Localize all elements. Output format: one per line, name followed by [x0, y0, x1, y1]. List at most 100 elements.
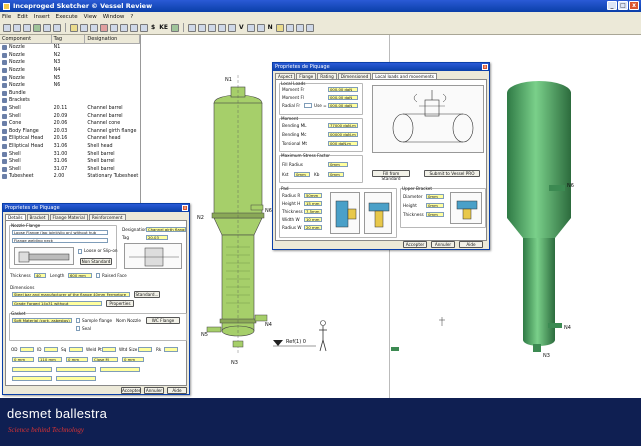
print-icon[interactable] — [23, 23, 31, 32]
non-standard-button[interactable]: Non Standard — [80, 258, 112, 265]
tree-row[interactable]: Shell 20.11 Channel barrel — [0, 105, 140, 113]
fill-radius-field[interactable]: 0mm — [328, 162, 348, 167]
flange-type-option-0[interactable]: Loose Flange (lap joint/slip on) without… — [12, 230, 108, 235]
tree-row[interactable]: Nozzle N2 — [0, 52, 140, 60]
open-icon[interactable] — [13, 23, 21, 32]
tree-row[interactable]: Nozzle N1 — [0, 44, 140, 52]
fit-icon[interactable] — [207, 23, 216, 32]
submit-button[interactable]: Submit to Vessel PRO — [424, 170, 480, 177]
seal-radio[interactable] — [76, 326, 80, 331]
col-designation[interactable]: Designation — [85, 35, 140, 43]
row4-field-0[interactable] — [12, 376, 52, 381]
support-icon[interactable] — [140, 23, 148, 32]
weld-size-field[interactable] — [138, 347, 152, 352]
designation-field[interactable]: Channel girth flange — [146, 227, 186, 232]
shell-icon[interactable] — [90, 23, 98, 32]
row4-field-1[interactable] — [56, 376, 96, 381]
length-field[interactable]: 600 mm — [68, 273, 92, 278]
flange-standard-field[interactable]: Steel bar and manufacturer of the flange… — [12, 292, 130, 297]
zoom-icon[interactable] — [33, 23, 41, 32]
moment-field-1[interactable]: 00000 daN.m — [328, 132, 358, 137]
cancel-button[interactable]: Annuler — [144, 387, 164, 394]
menu-execute[interactable]: Execute — [56, 14, 78, 20]
bracket-icon[interactable] — [130, 23, 138, 32]
flange-type-option-1[interactable]: Flange welding neck — [12, 238, 108, 243]
tree-row[interactable]: Nozzle N4 — [0, 67, 140, 75]
raised-face-checkbox[interactable] — [96, 273, 100, 278]
thickness-field[interactable]: 40 — [34, 273, 46, 278]
load-field-1[interactable]: 000.00 daN — [328, 95, 358, 100]
id-field[interactable] — [44, 347, 58, 352]
tree-row[interactable]: Shell 31.00 Shell barrel — [0, 150, 140, 158]
tree-row[interactable]: Nozzle N6 — [0, 82, 140, 90]
menu-help[interactable]: ? — [130, 14, 133, 20]
standard-button[interactable]: Standard... — [134, 291, 160, 298]
render-icon[interactable] — [227, 23, 236, 32]
help-button[interactable]: Aide — [167, 387, 187, 394]
row2-field-1[interactable]: 110 mm — [38, 357, 62, 362]
help-button[interactable]: Aide — [459, 241, 483, 248]
tree-row[interactable]: Shell 31.06 Shell barrel — [0, 158, 140, 166]
tag-field[interactable]: 20.03 — [146, 235, 168, 240]
sq-field[interactable] — [69, 347, 83, 352]
pan-icon[interactable] — [197, 23, 206, 32]
dialog-close-icon[interactable]: x — [482, 64, 488, 70]
rotate-icon[interactable] — [187, 23, 196, 32]
pad-field-3[interactable]: 10 mm — [304, 217, 322, 222]
load-field-0[interactable]: 000.00 daN — [328, 87, 358, 92]
kst-field[interactable]: 0mm — [294, 172, 310, 177]
accept-button[interactable]: Accepter — [403, 241, 427, 248]
moment-field-0[interactable]: 77000 daN.m — [328, 123, 358, 128]
fill-from-standard-button[interactable]: Fill from Standard — [372, 170, 410, 181]
cut-icon[interactable] — [43, 23, 51, 32]
cancel-button[interactable]: Annuler — [431, 241, 455, 248]
material-field[interactable]: Grade Forged 14x31 without — [12, 301, 102, 306]
upper-field-2[interactable]: 0mm — [426, 212, 444, 217]
col-component[interactable]: Component — [0, 35, 52, 43]
weld-field[interactable] — [102, 347, 116, 352]
rk-field[interactable] — [164, 347, 178, 352]
ke-button[interactable]: KE — [158, 24, 169, 31]
tree-row[interactable]: Elliptical Head 20.16 Channel head — [0, 135, 140, 143]
col-tag[interactable]: Tag — [52, 35, 86, 43]
tree-row[interactable]: Body Flange 20.03 Channel girth flange — [0, 128, 140, 136]
head-icon[interactable] — [110, 23, 118, 32]
tree-row[interactable]: Shell 20.09 Channel barrel — [0, 112, 140, 120]
upper-field-0[interactable]: 0mm — [426, 194, 444, 199]
dialog-close-icon[interactable]: x — [182, 205, 188, 211]
tree-row[interactable]: Bundle — [0, 90, 140, 98]
minimize-button[interactable]: _ — [607, 1, 617, 10]
tree-row[interactable]: Cone 20.06 Channel cone — [0, 120, 140, 128]
n-button[interactable]: N — [267, 24, 274, 31]
kb-field[interactable]: 0mm — [328, 172, 344, 177]
tree-row[interactable]: Shell 31.07 Shell barrel — [0, 166, 140, 174]
grid-icon[interactable] — [256, 23, 265, 32]
gasket-type-field[interactable]: Soft Material (cork, asbestos) — [12, 318, 72, 323]
row3-field-1[interactable] — [56, 367, 96, 372]
close-button[interactable]: x — [629, 1, 639, 10]
od-field[interactable] — [20, 347, 34, 352]
tree-row[interactable]: Tubesheet 2.00 Stationary Tubesheet — [0, 173, 140, 181]
loose-checkbox[interactable] — [78, 249, 82, 254]
check-icon[interactable] — [170, 23, 179, 32]
row3-field-0[interactable] — [12, 367, 52, 372]
row2-field-3[interactable]: Close M — [92, 357, 118, 362]
menu-window[interactable]: Window — [103, 14, 125, 20]
v-button[interactable]: V — [238, 24, 245, 31]
maximize-button[interactable]: □ — [618, 1, 628, 10]
row2-field-2[interactable]: 0 mm — [66, 357, 88, 362]
menu-view[interactable]: View — [84, 14, 97, 20]
wire-icon[interactable] — [217, 23, 226, 32]
pad-field-2[interactable]: 7.5mm — [304, 209, 322, 214]
help-icon[interactable] — [305, 23, 314, 32]
section-icon[interactable] — [285, 23, 294, 32]
tree-row[interactable]: Nozzle N5 — [0, 74, 140, 82]
sample-flange-radio[interactable] — [76, 318, 80, 323]
load-field-2[interactable]: 000.00 daN — [328, 103, 358, 108]
row2-field-0[interactable]: 0 mm — [12, 357, 34, 362]
save-icon[interactable] — [3, 23, 11, 32]
layer-icon[interactable] — [246, 23, 255, 32]
flange-icon[interactable] — [100, 23, 108, 32]
pad-field-0[interactable]: 50mm — [304, 193, 322, 198]
tree-row[interactable]: Nozzle N3 — [0, 59, 140, 67]
